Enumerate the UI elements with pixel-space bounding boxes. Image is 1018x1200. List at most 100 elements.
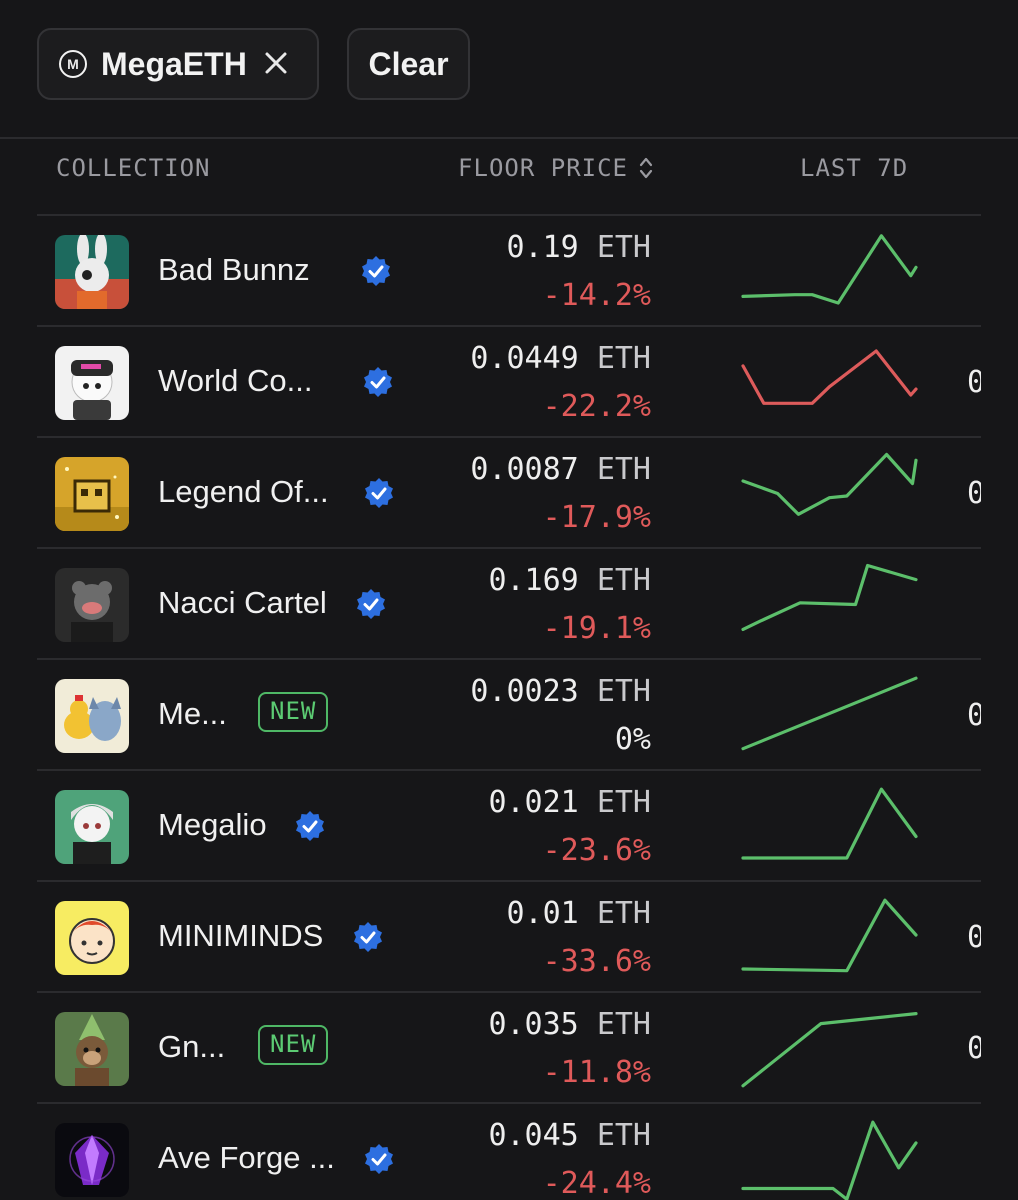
collection-thumbnail (55, 457, 129, 531)
collection-thumbnail (55, 790, 129, 864)
column-header-last-7d[interactable]: LAST 7D (800, 154, 908, 182)
floor-price-change: -17.9% (542, 500, 651, 535)
sparkline-path (741, 787, 918, 860)
floor-price: 0.01 ETH (507, 896, 652, 931)
floor-price-value: 0.0023 (470, 674, 579, 709)
verified-badge-icon (296, 811, 324, 841)
floor-price-change: -14.2% (542, 278, 651, 313)
floor-price-unit: ETH (596, 674, 651, 709)
truncated-next-column-value: 0 (967, 1031, 981, 1066)
floor-price-unit: ETH (596, 230, 651, 265)
floor-price: 0.045 ETH (488, 1118, 651, 1153)
floor-price: 0.19 ETH (507, 230, 652, 265)
filter-bar: M MegaETH Clear (0, 0, 1018, 139)
collection-name[interactable]: Legend Of... (158, 474, 329, 510)
collection-name[interactable]: Ave Forge ... (158, 1140, 335, 1176)
column-header-collection[interactable]: COLLECTION (56, 154, 211, 182)
verified-badge-icon (364, 367, 392, 397)
sparkline-path (741, 563, 918, 632)
floor-price-value: 0.19 (506, 230, 579, 265)
table-row[interactable]: Legend Of... 0.0087 ETH -17.9% 0 (37, 436, 981, 547)
floor-price-value: 0.0087 (470, 452, 579, 487)
clear-button-label: Clear (368, 45, 449, 82)
sort-arrows-icon[interactable] (638, 155, 654, 181)
truncated-next-column-value: 0 (967, 920, 981, 955)
table-row[interactable]: MINIMINDS 0.01 ETH -33.6% 0 (37, 880, 981, 991)
sparkline-path (741, 349, 918, 405)
floor-price-change: 0% (614, 722, 651, 757)
floor-price-unit: ETH (596, 563, 651, 598)
floor-price: 0.0449 ETH (470, 341, 651, 376)
table-row[interactable]: Megalio 0.021 ETH -23.6% (37, 769, 981, 880)
floor-price-header-label: FLOOR PRICE (458, 154, 628, 182)
table-row[interactable]: Bad Bunnz 0.19 ETH -14.2% (37, 214, 981, 325)
sparkline-path (741, 898, 918, 973)
network-filter-label: MegaETH (101, 45, 247, 82)
collection-name[interactable]: Bad Bunnz (158, 252, 310, 288)
table-row[interactable]: World Co... 0.0449 ETH -22.2% 0 (37, 325, 981, 436)
clear-button[interactable]: Clear (347, 28, 470, 100)
sparkline-path (741, 676, 918, 751)
floor-price-value: 0.021 (488, 785, 579, 820)
floor-price: 0.169 ETH (488, 563, 651, 598)
collection-name[interactable]: World Co... (158, 363, 312, 399)
floor-price: 0.021 ETH (488, 785, 651, 820)
collection-name[interactable]: Gn... (158, 1029, 225, 1065)
floor-price-unit: ETH (596, 1118, 651, 1153)
network-filter-chip[interactable]: M MegaETH (37, 28, 319, 100)
floor-price: 0.0087 ETH (470, 452, 651, 487)
floor-price-value: 0.0449 (470, 341, 579, 376)
truncated-next-column-value: 0 (967, 365, 981, 400)
collection-thumbnail (55, 679, 129, 753)
floor-price-unit: ETH (596, 896, 651, 931)
table-row[interactable]: Ave Forge ... 0.045 ETH -24.4% (37, 1102, 981, 1200)
verified-badge-icon (357, 589, 385, 619)
floor-price-value: 0.169 (488, 563, 579, 598)
verified-badge-icon (354, 922, 382, 952)
collection-name[interactable]: Me... (158, 696, 227, 732)
column-header-floor-price[interactable]: FLOOR PRICE (458, 154, 654, 182)
verified-badge-icon (365, 478, 393, 508)
floor-price-unit: ETH (596, 1007, 651, 1042)
floor-price-value: 0.01 (506, 896, 579, 931)
floor-price-change: -11.8% (542, 1055, 651, 1090)
truncated-next-column-value: 0 (967, 698, 981, 733)
collection-name[interactable]: Nacci Cartel (158, 585, 327, 621)
sparkline-path (741, 1012, 918, 1088)
collection-thumbnail (55, 901, 129, 975)
collection-name[interactable]: Megalio (158, 807, 267, 843)
floor-price-change: -33.6% (542, 944, 651, 979)
floor-price-change: -24.4% (542, 1166, 651, 1200)
collection-name[interactable]: MINIMINDS (158, 918, 323, 954)
floor-price: 0.0023 ETH (470, 674, 651, 709)
new-badge: NEW (258, 1025, 329, 1065)
floor-price-change: -23.6% (542, 833, 651, 868)
new-badge: NEW (258, 692, 329, 732)
megaeth-logo-icon: M (59, 50, 87, 78)
collection-thumbnail (55, 568, 129, 642)
sparkline-7d (741, 787, 918, 860)
table-row[interactable]: Me... NEW 0.0023 ETH 0% 0 (37, 658, 981, 769)
truncated-next-column-value: 0 (967, 476, 981, 511)
collection-thumbnail (55, 1012, 129, 1086)
sparkline-path (741, 452, 918, 516)
table-header: COLLECTION FLOOR PRICE LAST 7D (0, 150, 1018, 190)
floor-price-unit: ETH (596, 452, 651, 487)
sparkline-7d (741, 1120, 918, 1200)
close-icon[interactable] (261, 48, 291, 78)
table-row[interactable]: Gn... NEW 0.035 ETH -11.8% 0 (37, 991, 981, 1102)
sparkline-7d (741, 452, 918, 516)
sparkline-path (741, 1120, 918, 1200)
floor-price-value: 0.035 (488, 1007, 579, 1042)
sparkline-7d (741, 1012, 918, 1088)
floor-price-change: -19.1% (542, 611, 651, 646)
verified-badge-icon (365, 1144, 393, 1174)
collection-thumbnail (55, 235, 129, 309)
collection-thumbnail (55, 1123, 129, 1197)
sparkline-7d (741, 349, 918, 405)
table-row[interactable]: Nacci Cartel 0.169 ETH -19.1% (37, 547, 981, 658)
verified-badge-icon (362, 256, 390, 286)
sparkline-7d (741, 898, 918, 973)
sparkline-7d (741, 563, 918, 632)
sparkline-path (741, 234, 918, 305)
